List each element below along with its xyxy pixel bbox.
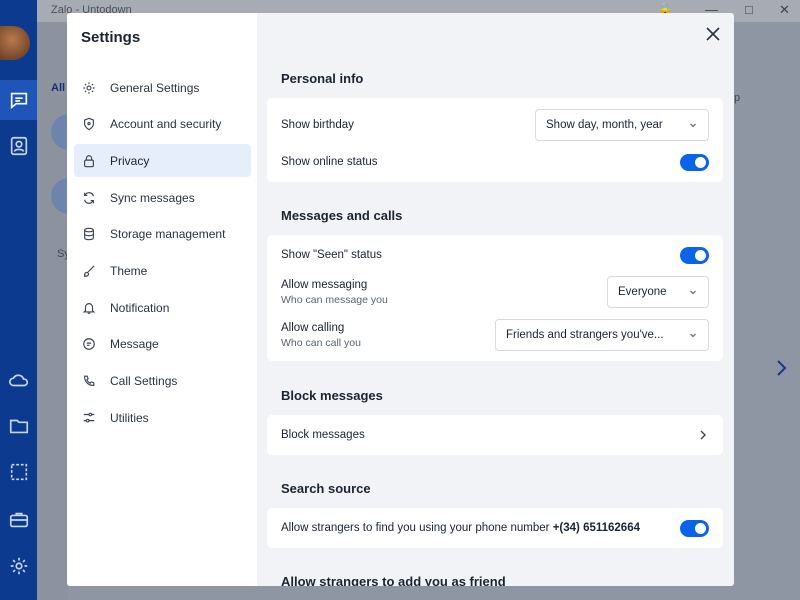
block-messages-label: Block messages — [281, 429, 365, 441]
sidebar-item-sync-messages[interactable]: Sync messages — [74, 181, 251, 214]
privacy-settings-panel: Personal info Show birthday Show day, mo… — [257, 13, 734, 586]
show-birthday-label: Show birthday — [281, 119, 354, 131]
section-title-search-source: Search source — [281, 481, 371, 496]
sidebar-item-general-settings[interactable]: General Settings — [74, 71, 251, 104]
toggle-knob — [695, 249, 706, 261]
birthday-visibility-select[interactable]: Show day, month, year — [535, 109, 709, 141]
sidebar-item-label: Privacy — [110, 153, 150, 168]
allow-messaging-sublabel: Who can message you — [281, 293, 388, 306]
block-messages-row-inner: Block messages — [281, 425, 709, 445]
sidebar-item-call-settings[interactable]: Call Settings — [74, 365, 251, 398]
block-messages-row[interactable]: Block messages — [267, 415, 723, 455]
sync-icon — [82, 191, 96, 205]
phone-search-label: Allow strangers to find you using your p… — [281, 522, 640, 534]
bell-icon — [82, 301, 96, 315]
sidebar-item-account-security[interactable]: Account and security — [74, 108, 251, 141]
sidebar-item-label: Utilities — [110, 410, 149, 425]
briefcase-nav-icon[interactable] — [0, 500, 37, 540]
seen-status-toggle[interactable] — [680, 246, 709, 264]
section-title-personal-info: Personal info — [281, 71, 364, 86]
select-value: Friends and strangers you've... — [506, 329, 664, 341]
sidebar-item-label: Call Settings — [110, 374, 178, 388]
chat-icon — [82, 337, 96, 351]
shield-icon — [82, 117, 96, 131]
phone-search-row: Allow strangers to find you using your p… — [281, 518, 709, 538]
personal-info-card: Show birthday Show day, month, year Show… — [267, 98, 723, 182]
allow-calling-row: Allow calling Who can call you Friends a… — [281, 318, 709, 352]
cloud-nav-icon[interactable] — [0, 360, 37, 400]
allow-messaging-label: Allow messaging — [281, 278, 368, 291]
show-online-status-row: Show online status — [281, 152, 709, 172]
sidebar-item-utilities[interactable]: Utilities — [74, 401, 251, 434]
close-icon — [706, 27, 720, 41]
show-seen-row: Show "Seen" status — [281, 245, 709, 265]
database-icon — [82, 227, 96, 241]
select-value: Show day, month, year — [546, 119, 663, 131]
sidebar-item-label: Account and security — [110, 117, 222, 132]
toggle-knob — [695, 156, 706, 168]
sidebar-item-message[interactable]: Message — [74, 328, 251, 361]
section-title-add-friend: Allow strangers to add you as friend — [281, 574, 506, 586]
sidebar-item-label: Sync messages — [110, 190, 195, 205]
online-status-toggle[interactable] — [680, 153, 709, 171]
calling-permission-select[interactable]: Friends and strangers you've... — [495, 319, 709, 351]
settings-title: Settings — [81, 29, 141, 46]
messages-calls-card: Show "Seen" status Allow messaging Who c… — [267, 235, 723, 361]
phone-number: +(34) 651162664 — [552, 522, 640, 534]
allow-calling-label: Allow calling — [281, 321, 345, 334]
contacts-nav-icon[interactable] — [0, 126, 37, 166]
section-title-messages-calls: Messages and calls — [281, 208, 403, 223]
settings-dialog: Settings General Settings Account and se… — [67, 13, 734, 586]
sidebar-item-label: Storage management — [110, 227, 226, 242]
select-value: Everyone — [618, 286, 667, 298]
close-window-icon[interactable]: ✕ — [779, 2, 790, 18]
sidebar-item-notification[interactable]: Notification — [74, 291, 251, 324]
show-birthday-row: Show birthday Show day, month, year — [281, 108, 709, 142]
background-conversation-list: All Sy — [37, 22, 77, 600]
search-source-card: Allow strangers to find you using your p… — [267, 508, 723, 548]
sliders-icon — [82, 411, 96, 425]
show-online-status-label: Show online status — [281, 156, 378, 168]
screenshot-nav-icon[interactable] — [0, 452, 37, 492]
phone-search-toggle[interactable] — [680, 519, 709, 537]
chat-nav-icon[interactable] — [0, 80, 37, 120]
background-text: p — [734, 92, 741, 104]
allow-calling-sublabel: Who can call you — [281, 336, 361, 349]
sidebar-item-label: Notification — [110, 300, 170, 315]
sidebar-item-label: Theme — [110, 263, 148, 278]
chevron-down-icon — [690, 123, 696, 128]
background-right-area: p — [734, 22, 800, 600]
chevron-down-icon — [690, 333, 696, 338]
sidebar-item-privacy[interactable]: Privacy — [74, 144, 251, 178]
sidebar-item-label: General Settings — [110, 80, 200, 95]
toggle-knob — [695, 522, 706, 534]
folder-nav-icon[interactable] — [0, 406, 37, 446]
chevron-right-icon[interactable] — [774, 358, 788, 383]
phone-icon — [82, 374, 96, 388]
lock-icon — [82, 154, 96, 168]
all-tab[interactable]: All — [51, 82, 65, 94]
messaging-permission-select[interactable]: Everyone — [607, 276, 709, 308]
show-seen-label: Show "Seen" status — [281, 249, 382, 261]
brush-icon — [82, 264, 96, 278]
sidebar-item-storage-management[interactable]: Storage management — [74, 218, 251, 251]
gear-icon — [82, 81, 96, 95]
settings-sidebar: Settings General Settings Account and se… — [67, 13, 257, 586]
section-title-block-messages: Block messages — [281, 388, 383, 403]
chevron-right-icon — [700, 430, 706, 440]
phone-search-text: Allow strangers to find you using your p… — [281, 522, 550, 534]
close-dialog-button[interactable] — [704, 25, 722, 43]
app-left-nav — [0, 0, 37, 600]
sidebar-item-theme[interactable]: Theme — [74, 254, 251, 287]
chevron-down-icon — [690, 290, 696, 295]
allow-messaging-row: Allow messaging Who can message you Ever… — [281, 275, 709, 309]
sidebar-item-label: Message — [110, 337, 159, 352]
avatar[interactable] — [0, 26, 30, 60]
settings-nav-icon[interactable] — [0, 546, 37, 586]
maximize-icon[interactable]: □ — [745, 2, 753, 17]
